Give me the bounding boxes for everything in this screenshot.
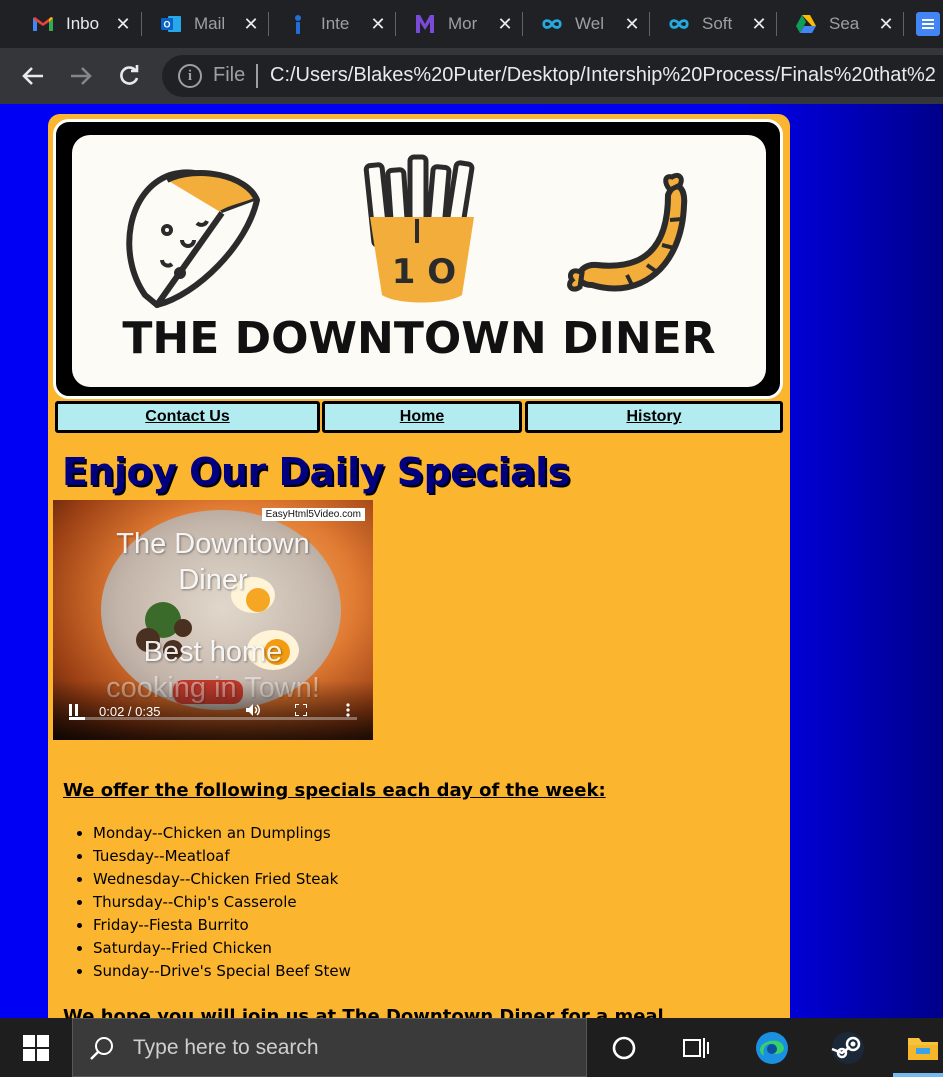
search-placeholder: Type here to search [133,1036,319,1059]
tab-label: Inbo [66,14,100,33]
tab-separator [522,12,523,36]
google-docs-tab-icon[interactable] [916,12,940,36]
specials-title: Enjoy Our Daily Specials [62,450,570,494]
m-logo-icon [414,13,436,35]
close-tab-icon[interactable]: ✕ [623,14,641,35]
tab-outlook[interactable]: O Mail ✕ [146,8,260,40]
tab-label: Inte [321,14,350,33]
windows-start-icon[interactable] [0,1018,72,1077]
address-bar[interactable]: i File C:/Users/Blakes%20Puter/Desktop/I… [162,55,943,97]
browser-toolbar: i File C:/Users/Blakes%20Puter/Desktop/I… [0,48,943,104]
tab-label: Sea [829,14,860,33]
tab-info[interactable]: Inte ✕ [273,8,387,40]
tab-separator [268,12,269,36]
site-info-icon[interactable]: i [178,64,202,88]
fries-icon: 1 O [363,154,475,303]
google-drive-icon [795,13,817,35]
windows-taskbar: Type here to search [0,1018,943,1077]
tab-separator [649,12,650,36]
close-tab-icon[interactable]: ✕ [750,14,768,35]
tab-soft[interactable]: Soft ✕ [654,8,768,40]
taco-icon [126,169,260,308]
special-item: Saturday--Fried Chicken [93,937,351,960]
tab-separator [776,12,777,36]
close-tab-icon[interactable]: ✕ [242,14,260,35]
close-tab-icon[interactable]: ✕ [369,14,387,35]
svg-text:O: O [163,20,170,30]
search-icon [90,1037,113,1060]
special-item: Thursday--Chip's Casserole [93,891,351,914]
video-progress-fill [69,717,86,720]
outlook-icon: O [160,13,182,35]
diner-title: THE DOWNTOWN DINER [122,313,716,364]
specials-list: Monday--Chicken an DumplingsTuesday--Mea… [93,822,351,983]
video-overlay-text: Best home [143,636,283,668]
video-progress-bar[interactable] [69,717,357,720]
url-text[interactable]: C:/Users/Blakes%20Puter/Desktop/Intershi… [270,64,943,87]
tab-separator [903,12,904,36]
back-arrow-icon[interactable] [17,60,49,92]
tab-separator [395,12,396,36]
special-item: Tuesday--Meatloaf [93,845,351,868]
offer-heading: We offer the following specials each day… [63,780,606,801]
tab-wel[interactable]: Wel ✕ [527,8,641,40]
close-tab-icon[interactable]: ✕ [496,14,514,35]
video-controls: 0:02 / 0:35 [53,680,373,740]
cortana-icon[interactable] [604,1028,644,1068]
close-tab-icon[interactable]: ✕ [114,14,132,35]
web-page: 1 O THE DOWNTOWN DINER Contact Us Home H… [0,104,943,1018]
special-item: Monday--Chicken an Dumplings [93,822,351,845]
tab-label: Mor [448,14,478,33]
sausage-icon [567,172,688,292]
task-view-icon[interactable] [676,1028,716,1068]
video-player[interactable]: EasyHtml5Video.com The Downtown Diner Be… [53,500,373,740]
close-tab-icon[interactable]: ✕ [877,14,895,35]
reload-icon[interactable] [113,60,145,92]
browser-tab-strip: Inbo ✕ O Mail ✕ Inte ✕ Mor ✕ Wel ✕ Soft … [0,0,943,48]
tab-gmail[interactable]: Inbo ✕ [18,8,132,40]
link-loop-icon [541,13,563,35]
tab-label: Wel [575,14,604,33]
nav-home[interactable]: Home [322,401,522,433]
special-item: Friday--Fiesta Burrito [93,914,351,937]
join-heading: We hope you will join us at The Downtown… [63,1006,671,1018]
video-watermark[interactable]: EasyHtml5Video.com [261,508,365,521]
gmail-icon [32,13,54,35]
steam-icon[interactable] [828,1028,868,1068]
svg-text:1 O: 1 O [392,252,456,292]
diner-banner: 1 O THE DOWNTOWN DINER [53,119,783,399]
special-item: Sunday--Drive's Special Beef Stew [93,960,351,983]
active-app-indicator [893,1073,943,1077]
tab-label: Soft [702,14,733,33]
banner-panel: 1 O THE DOWNTOWN DINER [72,135,766,387]
address-divider [256,64,258,88]
tab-separator [141,12,142,36]
video-overlay-text: Diner [178,564,248,596]
nav-contact-us[interactable]: Contact Us [55,401,320,433]
special-item: Wednesday--Chicken Fried Steak [93,868,351,891]
file-explorer-icon[interactable] [902,1028,943,1068]
tab-label: Mail [194,14,226,33]
tab-m[interactable]: Mor ✕ [400,8,514,40]
tab-drive[interactable]: Sea ✕ [781,8,895,40]
content-container: 1 O THE DOWNTOWN DINER Contact Us Home H… [48,114,790,1018]
forward-arrow-icon[interactable] [65,60,97,92]
video-overlay-text: The Downtown [116,528,310,560]
edge-browser-icon[interactable] [752,1028,792,1068]
link-loop-icon [668,13,690,35]
info-i-icon [287,13,309,35]
nav-history[interactable]: History [525,401,783,433]
taskbar-search-box[interactable]: Type here to search [72,1018,587,1077]
scheme-label: File [213,64,246,86]
